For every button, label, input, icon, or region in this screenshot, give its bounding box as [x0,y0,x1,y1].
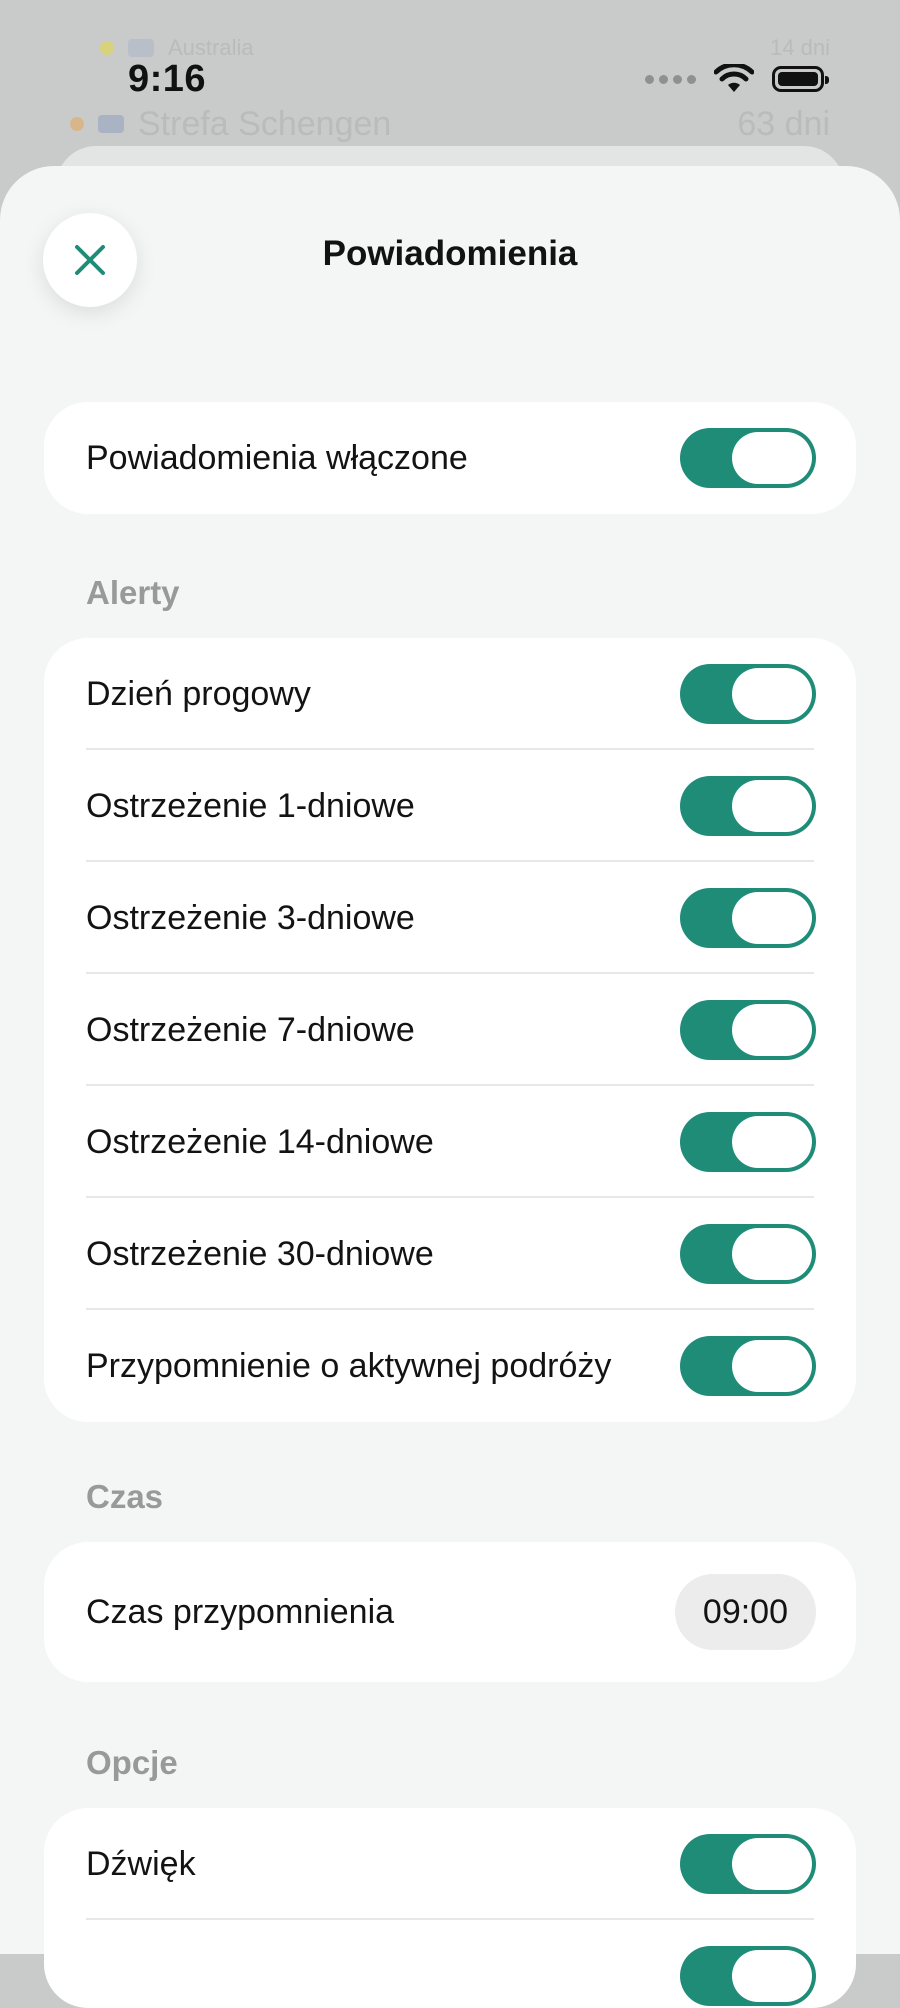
options-card: Dźwięk [44,1808,856,2008]
wifi-icon [714,64,754,92]
alert-row-7-day: Ostrzeżenie 7-dniowe [44,974,856,1086]
cellular-dots-icon [645,74,696,84]
option-row [44,1920,856,2008]
warning-3-day-toggle[interactable] [680,888,816,948]
option-row-sound: Dźwięk [44,1808,856,1920]
row-label: Ostrzeżenie 7-dniowe [86,1010,415,1049]
section-header-time: Czas [86,1478,164,1515]
active-trip-reminder-toggle[interactable] [680,1336,816,1396]
alert-row-14-day: Ostrzeżenie 14-dniowe [44,1086,856,1198]
master-toggle-card: Powiadomienia włączone [44,402,856,514]
row-label: Czas przypomnienia [86,1592,395,1631]
row-label: Ostrzeżenie 30-dniowe [86,1234,434,1273]
status-bar: 9:16 [0,0,900,160]
row-label: Ostrzeżenie 14-dniowe [86,1122,434,1161]
status-icons [645,64,829,94]
master-notifications-toggle[interactable] [680,428,816,488]
section-header-alerts: Alerty [86,574,180,611]
option-toggle[interactable] [680,1946,816,2006]
alert-row-30-day: Ostrzeżenie 30-dniowe [44,1198,856,1310]
status-time: 9:16 [128,58,207,100]
alert-row-3-day: Ostrzeżenie 3-dniowe [44,862,856,974]
alert-row-threshold-day: Dzień progowy [44,638,856,750]
time-card: Czas przypomnienia 09:00 [44,1542,856,1682]
row-label: Powiadomienia włączone [86,438,468,477]
alerts-card: Dzień progowy Ostrzeżenie 1-dniowe Ostrz… [44,638,856,1422]
warning-14-day-toggle[interactable] [680,1112,816,1172]
warning-7-day-toggle[interactable] [680,1000,816,1060]
row-label: Dźwięk [86,1844,196,1883]
alert-row-active-trip: Przypomnienie o aktywnej podróży [44,1310,856,1422]
sound-toggle[interactable] [680,1834,816,1894]
warning-30-day-toggle[interactable] [680,1224,816,1284]
master-notifications-row: Powiadomienia włączone [44,402,856,514]
row-label: Dzień progowy [86,674,311,713]
notifications-sheet: Powiadomienia Powiadomienia włączone Ale… [0,166,900,2008]
section-header-options: Opcje [86,1744,178,1781]
sheet-title: Powiadomienia [322,234,578,273]
alert-row-1-day: Ostrzeżenie 1-dniowe [44,750,856,862]
row-label: Ostrzeżenie 1-dniowe [86,786,415,825]
battery-icon [772,66,829,92]
reminder-time-row: Czas przypomnienia 09:00 [44,1542,856,1682]
warning-1-day-toggle[interactable] [680,776,816,836]
row-label: Ostrzeżenie 3-dniowe [86,898,415,937]
reminder-time-picker[interactable]: 09:00 [674,1574,816,1650]
threshold-day-toggle[interactable] [680,664,816,724]
row-label: Przypomnienie o aktywnej podróży [86,1346,612,1385]
